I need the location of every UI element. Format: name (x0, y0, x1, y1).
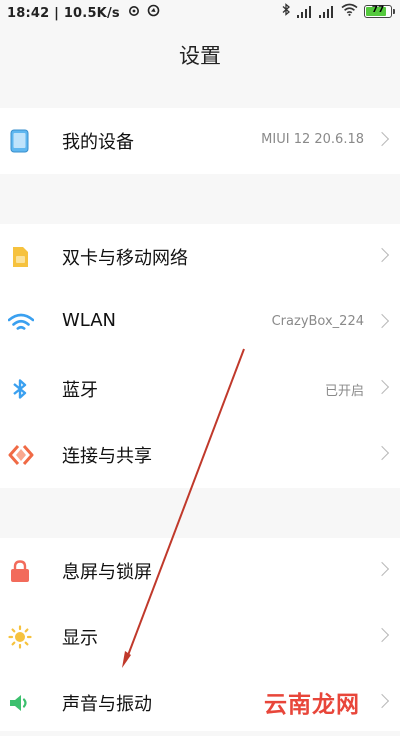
speaker-icon (8, 691, 32, 715)
settings-item-bluetooth[interactable]: 蓝牙 已开启 (0, 356, 400, 422)
brightness-icon (8, 625, 32, 649)
settings-group-connectivity: 双卡与移动网络 WLAN CrazyBox_224 蓝牙 已开启 连接与共享 (0, 224, 400, 488)
settings-item-label: 蓝牙 (62, 380, 98, 401)
settings-item-display[interactable]: 显示 (0, 604, 400, 670)
status-left: 18:42 | 10.5K/s (7, 4, 160, 21)
settings-item-my-device[interactable]: 我的设备 MIUI 12 20.6.18 (0, 108, 400, 174)
battery-icon: 77 (364, 5, 395, 18)
chevron-right-icon (374, 693, 390, 709)
settings-item-label: 我的设备 (62, 132, 134, 153)
watermark: 云南龙网 (264, 692, 360, 718)
device-icon (8, 129, 32, 153)
location-icon (147, 4, 160, 21)
status-bar: 18:42 | 10.5K/s 77 (0, 0, 400, 24)
chevron-right-icon (374, 379, 390, 395)
bluetooth-icon (281, 3, 291, 20)
wifi-icon (7, 311, 35, 335)
settings-item-value: MIUI 12 20.6.18 (261, 132, 364, 147)
page-title: 设置 (179, 44, 221, 68)
share-icon (8, 443, 34, 467)
settings-item-label: 显示 (62, 628, 98, 649)
settings-item-label: 双卡与移动网络 (62, 248, 188, 269)
bluetooth-icon (8, 377, 32, 401)
chevron-right-icon (374, 627, 390, 643)
lock-icon (8, 559, 32, 583)
chevron-right-icon (374, 131, 390, 147)
wifi-icon (341, 3, 358, 20)
chevron-right-icon (374, 313, 390, 329)
chevron-right-icon (374, 445, 390, 461)
chevron-right-icon (374, 247, 390, 263)
settings-item-lock-screen[interactable]: 息屏与锁屏 (0, 538, 400, 604)
sim-card-icon (8, 245, 32, 269)
settings-item-label: 声音与振动 (62, 694, 152, 715)
settings-item-wlan[interactable]: WLAN CrazyBox_224 (0, 290, 400, 356)
status-time: 18:42 (7, 6, 50, 21)
chevron-right-icon (374, 561, 390, 577)
settings-item-connection-sharing[interactable]: 连接与共享 (0, 422, 400, 488)
settings-item-label: WLAN (62, 310, 117, 331)
settings-item-label: 息屏与锁屏 (62, 562, 152, 583)
settings-item-value: CrazyBox_224 (271, 314, 364, 329)
signal-icon (297, 5, 313, 18)
status-net-speed: 10.5K/s (63, 6, 120, 21)
settings-item-label: 连接与共享 (62, 446, 152, 467)
settings-item-value: 已开启 (324, 384, 364, 399)
sync-icon (128, 5, 140, 21)
status-right: 77 (281, 3, 395, 20)
battery-level: 77 (371, 5, 385, 15)
settings-item-sim-network[interactable]: 双卡与移动网络 (0, 224, 400, 290)
settings-group-device: 我的设备 MIUI 12 20.6.18 (0, 108, 400, 174)
signal-icon (319, 5, 335, 18)
